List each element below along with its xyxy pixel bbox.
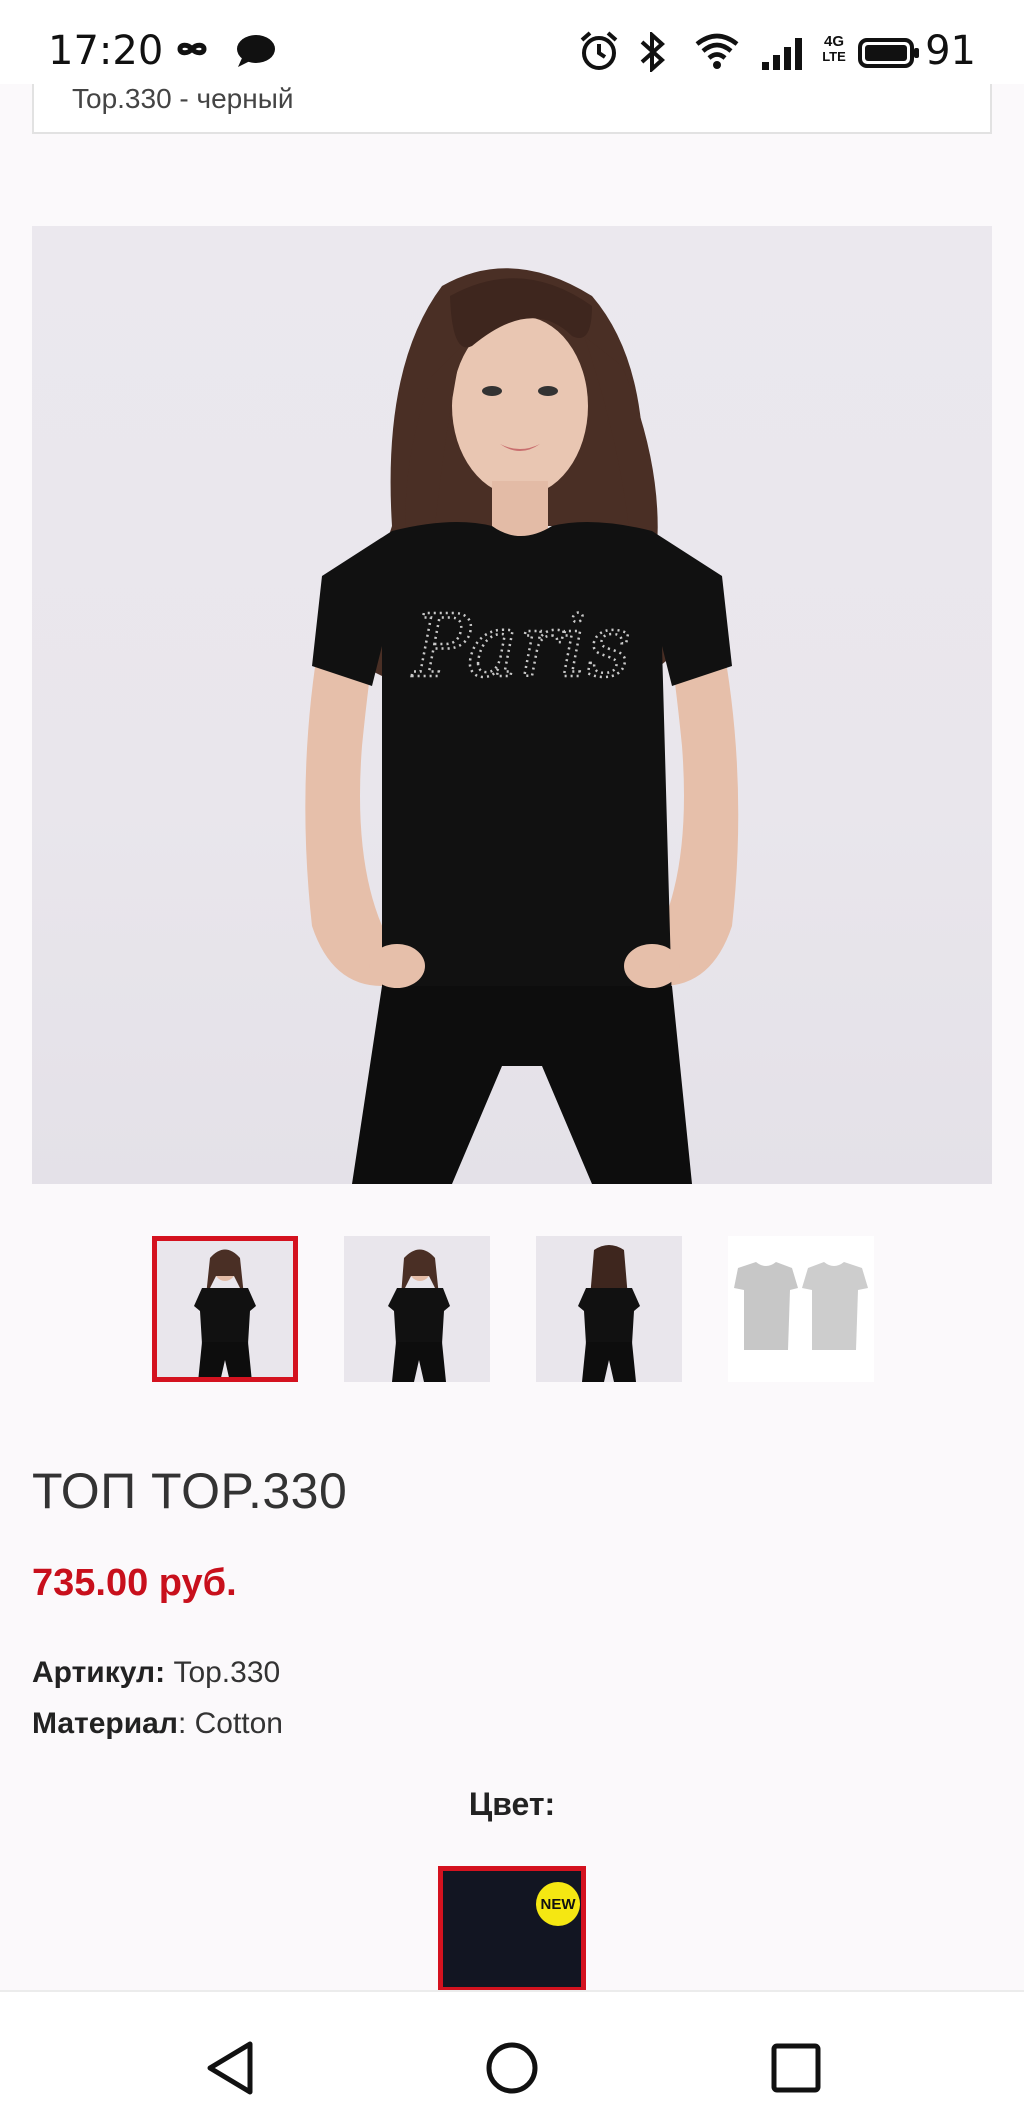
back-button[interactable] bbox=[190, 2028, 270, 2108]
thumbnail-back[interactable] bbox=[536, 1236, 682, 1382]
recents-square-icon bbox=[771, 2043, 821, 2093]
battery-icon bbox=[858, 38, 920, 73]
model-photo: Paris bbox=[305, 268, 739, 1184]
back-triangle-icon bbox=[207, 2041, 253, 2095]
new-badge: NEW bbox=[536, 1882, 580, 1926]
recents-button[interactable] bbox=[756, 2028, 836, 2108]
article-value: Top.330 bbox=[173, 1656, 281, 1689]
article-label: Артикул: bbox=[32, 1656, 166, 1689]
thumbnail-image bbox=[536, 1236, 682, 1382]
color-label: Цвет: bbox=[468, 1786, 556, 1822]
material-label: Материал bbox=[32, 1707, 178, 1740]
shirt-print-text: Paris bbox=[411, 597, 631, 697]
thumbnail-image bbox=[152, 1236, 298, 1382]
battery-level: 91 bbox=[925, 28, 976, 74]
product-page: 17:20 4G LTE 91 Top.330 - черный Paris Т… bbox=[0, 0, 1024, 2127]
thumbnail-image bbox=[728, 1236, 874, 1382]
material-value: : Cotton bbox=[177, 1707, 283, 1740]
home-circle-icon bbox=[486, 2042, 538, 2094]
thumbnail-front-angle[interactable] bbox=[344, 1236, 490, 1382]
alarm-icon bbox=[578, 30, 620, 77]
breadcrumb-current: Top.330 - черный bbox=[72, 83, 294, 114]
breadcrumb: Top.330 - черный bbox=[32, 84, 992, 134]
thumbnail-front[interactable] bbox=[152, 1236, 298, 1382]
thumbnail-image bbox=[344, 1236, 490, 1382]
product-price: 735.00 руб. bbox=[32, 1562, 237, 1604]
status-bar: 17:20 4G LTE 91 bbox=[0, 0, 1024, 84]
product-main-image[interactable]: Paris bbox=[32, 226, 992, 1184]
thumbnail-gallery bbox=[152, 1236, 874, 1384]
home-button[interactable] bbox=[472, 2028, 552, 2108]
infinity-icon bbox=[168, 36, 216, 67]
color-swatch-black[interactable]: NEW bbox=[438, 1866, 586, 1992]
thumbnail-flat-lay[interactable] bbox=[728, 1236, 874, 1382]
system-nav-bar bbox=[0, 1990, 1024, 2127]
wifi-icon bbox=[694, 32, 740, 75]
material-line: Материал: Cotton bbox=[32, 1707, 283, 1741]
bluetooth-icon bbox=[638, 30, 668, 77]
product-title: ТОП TOP.330 bbox=[32, 1463, 348, 1519]
signal-icon bbox=[760, 36, 806, 77]
network-type-indicator: 4G LTE bbox=[822, 33, 846, 64]
status-time: 17:20 bbox=[48, 28, 164, 74]
article-line: Артикул: Top.330 bbox=[32, 1656, 280, 1690]
chat-bubble-icon bbox=[236, 34, 276, 73]
